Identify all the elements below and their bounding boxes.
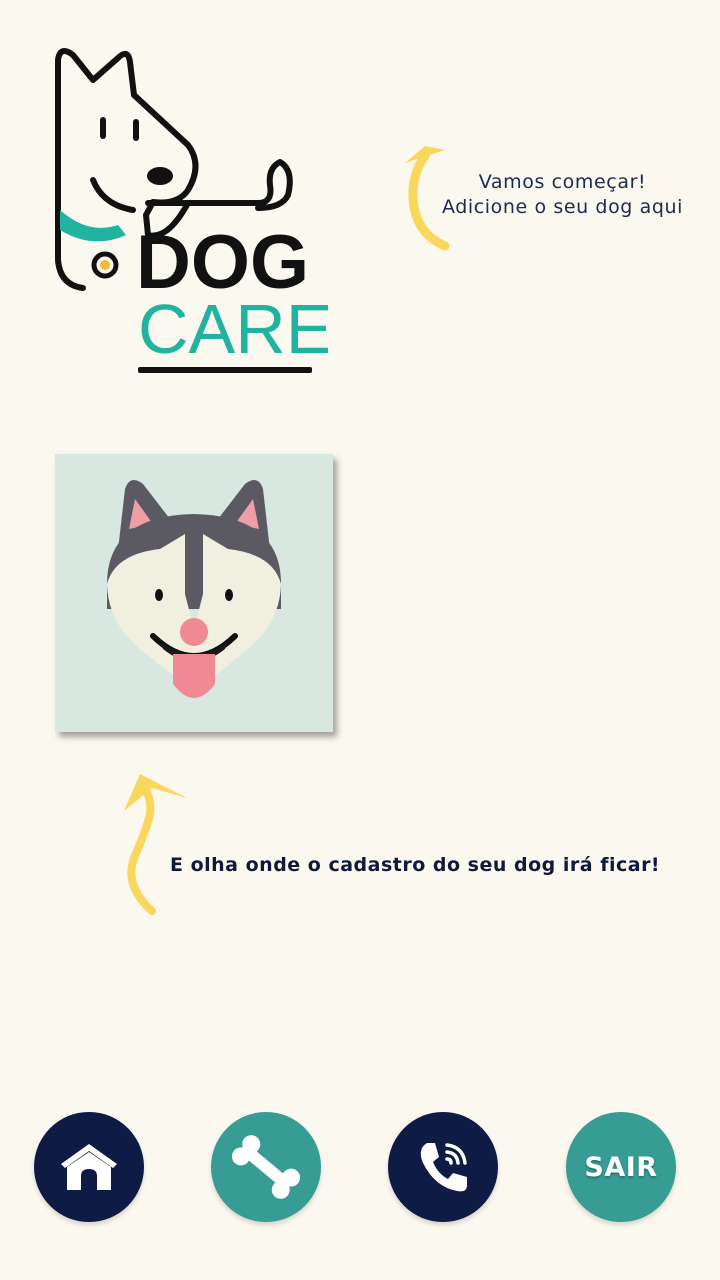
exit-button[interactable]: SAIR	[566, 1112, 676, 1222]
hint-start-line2: Adicione o seu dog aqui	[441, 196, 684, 218]
hint-registration: E olha onde o cadastro do seu dog irá fi…	[170, 854, 661, 876]
hint-start: Vamos começar! Adicione o seu dog aqui	[425, 170, 700, 220]
logo-care-text: CARE	[138, 290, 328, 368]
arrow-up-icon	[124, 774, 187, 915]
bone-icon	[231, 1135, 301, 1199]
app-screen: DOG CARE Vamos começar! Adicione o seu d…	[0, 0, 720, 1280]
phone-icon	[420, 1143, 467, 1192]
home-button[interactable]	[34, 1112, 144, 1222]
hint-start-line1: Vamos começar!	[478, 171, 647, 193]
husky-face-icon	[107, 480, 281, 698]
exit-button-label: SAIR	[584, 1151, 658, 1183]
contact-button[interactable]	[388, 1112, 498, 1222]
doghouse-icon	[61, 1144, 117, 1190]
dog-profile-card[interactable]	[55, 454, 333, 732]
pets-button[interactable]	[211, 1112, 321, 1222]
dog-care-logo: DOG CARE	[48, 40, 328, 385]
